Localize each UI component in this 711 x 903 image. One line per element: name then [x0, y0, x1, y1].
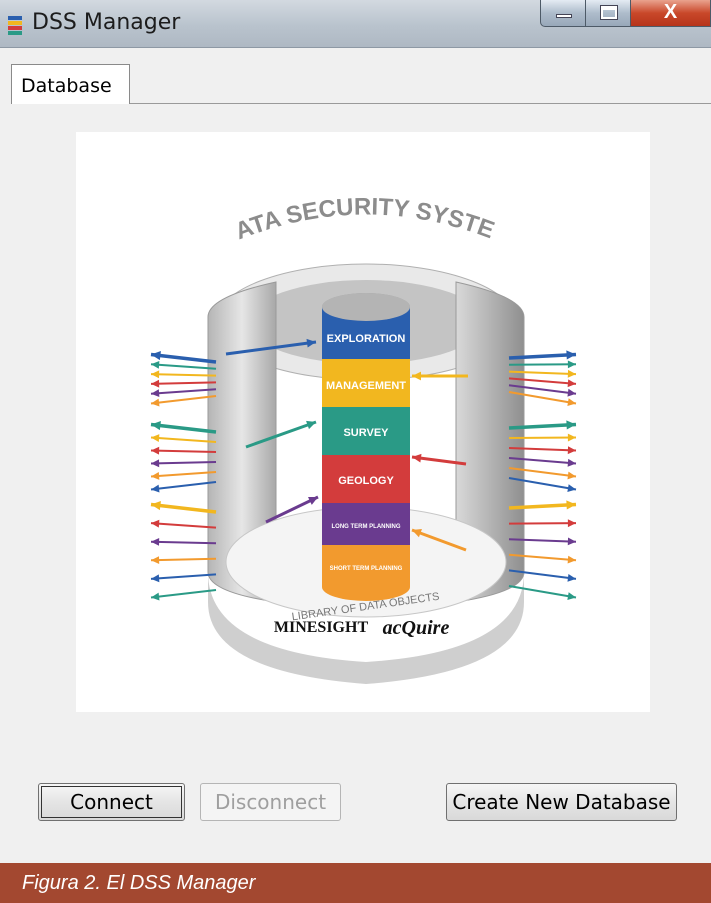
- arrow-right-out: [508, 363, 577, 366]
- arrow-left-out: [150, 373, 217, 377]
- connect-button[interactable]: Connect: [38, 783, 185, 821]
- arrow-right-out-head: [566, 420, 576, 430]
- window-title: DSS Manager: [32, 10, 181, 35]
- arrow-left-out: [150, 557, 217, 562]
- caption-buttons: X: [540, 0, 711, 30]
- arrow-right-out-head: [567, 458, 576, 467]
- arrow-left-out: [150, 522, 217, 529]
- arrow-left-out-head: [151, 556, 160, 565]
- layer-exploration: EXPLORATION: [327, 333, 406, 345]
- close-button[interactable]: X: [630, 0, 711, 27]
- arrow-right-out-head: [567, 537, 576, 546]
- dss-diagram: DATA SECURITY SYSTEM: [66, 111, 650, 712]
- arrow-left-out-head: [151, 574, 160, 583]
- arrow-left-out-head: [151, 370, 160, 379]
- arrow-left-out: [150, 589, 217, 599]
- arrow-left-out-head: [151, 360, 160, 369]
- close-icon: X: [663, 1, 678, 23]
- minimize-icon: [556, 14, 572, 18]
- arrow-left-out-head: [151, 446, 160, 455]
- app-icon: [8, 16, 22, 35]
- minesight-logo: MINESIGHT: [274, 619, 369, 636]
- arrow-right-out: [508, 522, 577, 525]
- arrow-left-out: [150, 540, 217, 545]
- title-bar[interactable]: DSS Manager X: [0, 0, 711, 48]
- tab-database-label: Database: [21, 75, 112, 97]
- maximize-button[interactable]: [585, 0, 631, 27]
- arrow-right-out-head: [566, 500, 576, 510]
- arrow-right-out-head: [567, 369, 576, 378]
- arrow-left-out: [150, 395, 217, 405]
- maximize-icon: [600, 5, 618, 20]
- arrow-in-survey-head: [306, 420, 316, 430]
- arrow-right-out-head: [567, 360, 576, 369]
- tab-divider: [130, 103, 711, 104]
- arrow-left-out: [150, 449, 217, 453]
- arrow-left-out: [150, 573, 217, 580]
- arrow-left-out: [150, 436, 217, 443]
- acquire-logo: acQuire: [383, 617, 450, 639]
- arrow-right-out-head: [567, 519, 576, 528]
- arrow-right-out-head: [567, 379, 576, 388]
- dss-manager-window: DSS Manager X Database ATA SECURITY SYST…: [0, 0, 711, 863]
- tab-database[interactable]: Database: [11, 64, 130, 104]
- arrow-left-out: [150, 388, 217, 395]
- arrow-left-out: [150, 481, 217, 491]
- arrow-left-out-head: [151, 459, 160, 468]
- arrow-right-out-head: [567, 484, 576, 492]
- arrow-left-out-head: [151, 537, 160, 546]
- create-new-database-button[interactable]: Create New Database: [446, 783, 677, 821]
- minimize-button[interactable]: [540, 0, 586, 27]
- arrow-left-out: [150, 352, 217, 364]
- arrow-left-out-head: [151, 434, 160, 442]
- layer-short-term-planning: SHORT TERM PLANNING: [330, 566, 403, 572]
- layer-survey: SURVEY: [343, 427, 389, 439]
- arrow-left-out-head: [151, 519, 160, 528]
- dss-diagram-graphic: DATA SECURITY SYSTEM: [66, 111, 577, 684]
- arrow-left-out: [150, 471, 217, 478]
- layer-geology: GEOLOGY: [338, 475, 394, 487]
- arrow-right-out-head: [567, 592, 576, 600]
- figure-caption-bar: Figura 2. El DSS Manager: [0, 863, 711, 903]
- arrow-right-out-head: [567, 555, 576, 564]
- arrow-left-out: [150, 363, 217, 370]
- diagram-heading: DATA SECURITY SYSTEM: [76, 132, 498, 245]
- arrow-right-out: [508, 436, 577, 439]
- arrow-right-out: [508, 585, 577, 599]
- layer-long-term-planning: LONG TERM PLANNING: [332, 524, 401, 530]
- arrow-right-out-head: [567, 433, 576, 442]
- arrow-right-out-head: [567, 398, 576, 406]
- arrow-left-out: [150, 461, 217, 465]
- arrow-left-out-head: [151, 379, 160, 388]
- cylinder-stack: EXPLORATION MANAGEMENT SURVEY GEOLOGY LO…: [322, 293, 410, 601]
- arrow-right-out-head: [566, 350, 576, 360]
- arrow-left-out: [150, 381, 217, 385]
- figure-caption: Figura 2. El DSS Manager: [22, 872, 256, 894]
- arrow-left-out-head: [151, 472, 160, 480]
- arrow-left-out-head: [151, 389, 160, 398]
- arrow-left-out: [150, 502, 217, 514]
- disconnect-button: Disconnect: [200, 783, 341, 821]
- arrow-right-out-head: [567, 446, 576, 455]
- layer-management: MANAGEMENT: [326, 380, 406, 392]
- arrow-left-out: [150, 422, 217, 434]
